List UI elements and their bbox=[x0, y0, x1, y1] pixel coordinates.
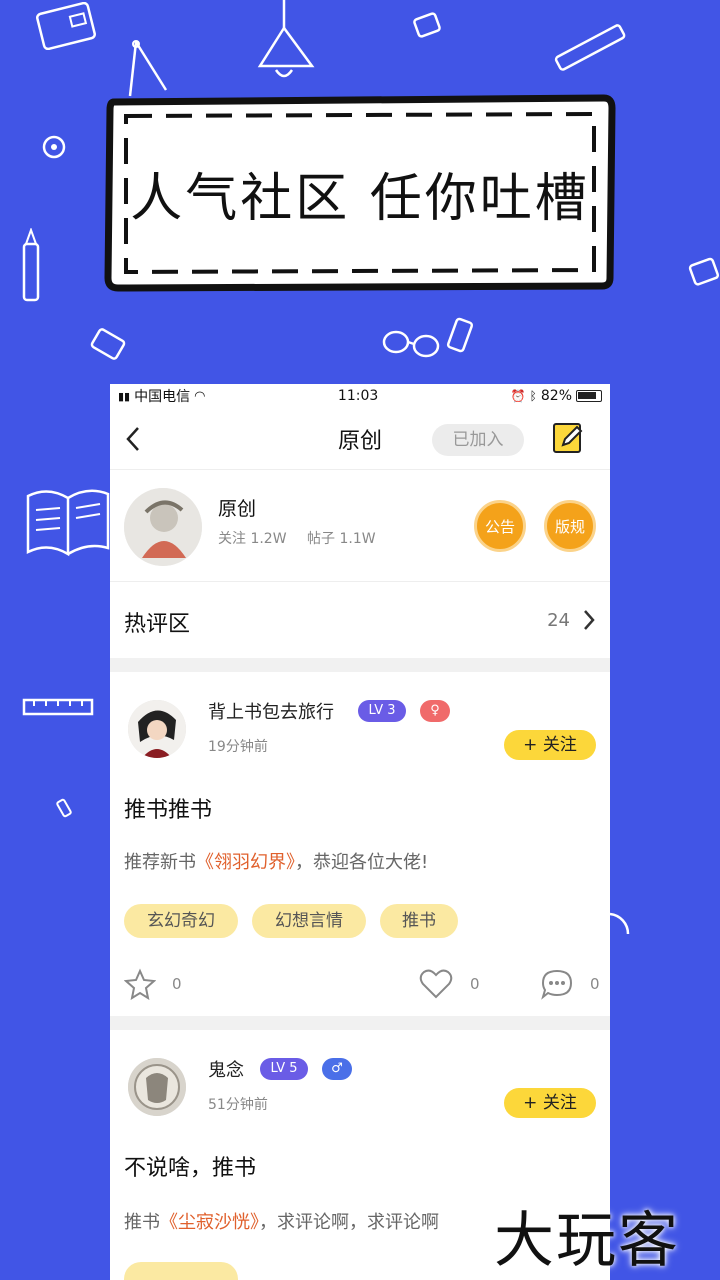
post-body-suffix: ，恭迎各位大佬! bbox=[295, 852, 429, 873]
comment-count: 0 bbox=[590, 975, 600, 993]
post-body-prefix: 推荐新书 bbox=[124, 852, 196, 873]
avatar[interactable] bbox=[128, 700, 186, 758]
battery-doodle-icon bbox=[446, 314, 476, 358]
post-title[interactable]: 不说啥，推书 bbox=[124, 1150, 256, 1182]
level-badge: LV 5 bbox=[260, 1058, 308, 1080]
signal-icon: ▮▮ bbox=[118, 389, 131, 403]
comment-icon bbox=[541, 969, 573, 1000]
tag-chip[interactable] bbox=[124, 1262, 238, 1280]
community-stats: 关注 1.2W 帖子 1.1W bbox=[218, 528, 392, 548]
compass-doodle-icon bbox=[126, 40, 172, 100]
clip-doodle-icon bbox=[410, 8, 446, 44]
follow-stat: 关注 1.2W bbox=[218, 531, 287, 547]
community-avatar bbox=[124, 488, 202, 566]
edit-note-icon[interactable] bbox=[551, 421, 585, 455]
community-header: 原创 关注 1.2W 帖子 1.1W 公告 版规 bbox=[110, 470, 610, 582]
community-name: 原创 bbox=[218, 498, 257, 520]
wifi-icon: ◠ bbox=[194, 388, 206, 404]
alarm-icon: ⏰ bbox=[510, 389, 526, 403]
book-link[interactable]: 《尘寂沙恍》 bbox=[160, 1212, 259, 1233]
tag-chip[interactable]: 玄幻奇幻 bbox=[124, 904, 238, 938]
battery-icon bbox=[576, 390, 602, 402]
post-card[interactable]: 背上书包去旅行 LV 3 ♀ 19分钟前 + 关注 推书推书 推荐新书《翎羽幻界… bbox=[110, 672, 610, 1016]
lamp-doodle-icon bbox=[240, 0, 330, 90]
follow-button[interactable]: + 关注 bbox=[504, 730, 596, 760]
status-bar: ▮▮ 中国电信 ◠ 11:03 ⏰ ᛒ 82% bbox=[110, 384, 610, 408]
post-body-prefix: 推书 bbox=[124, 1212, 160, 1233]
star-icon bbox=[124, 968, 156, 1000]
like-count: 0 bbox=[470, 975, 480, 993]
eraser-doodle-icon bbox=[88, 326, 130, 366]
male-badge-icon: ♂ bbox=[322, 1058, 352, 1080]
tape-doodle-icon bbox=[38, 132, 74, 162]
watermark-logo: 大玩客 bbox=[494, 1206, 680, 1276]
post-body-suffix: ，求评论啊，求评论啊 bbox=[259, 1212, 439, 1233]
post-time: 51分钟前 bbox=[208, 1097, 268, 1113]
notice-button[interactable]: 公告 bbox=[474, 500, 526, 552]
post-body[interactable]: 推书《尘寂沙恍》，求评论啊，求评论啊 bbox=[124, 1208, 439, 1234]
banner-title: 人气社区 任你吐槽 bbox=[130, 169, 590, 229]
heart-icon bbox=[419, 969, 453, 999]
favorite-action[interactable]: 0 bbox=[124, 968, 182, 1000]
phone-screen: ▮▮ 中国电信 ◠ 11:03 ⏰ ᛒ 82% 原创 已加入 原创 关注 1.2… bbox=[110, 384, 610, 1280]
like-action[interactable]: 0 bbox=[418, 968, 480, 1000]
nav-bar: 原创 已加入 bbox=[110, 408, 610, 470]
rules-button[interactable]: 版规 bbox=[544, 500, 596, 552]
hot-section-title: 热评区 bbox=[124, 612, 191, 637]
female-badge-icon: ♀ bbox=[420, 700, 450, 722]
post-title[interactable]: 推书推书 bbox=[124, 792, 212, 824]
clip-right-doodle-icon bbox=[686, 254, 720, 294]
battery-percent: 82% bbox=[540, 388, 572, 404]
cutter-doodle-icon bbox=[548, 22, 634, 72]
favorite-count: 0 bbox=[172, 975, 182, 993]
tag-chip[interactable]: 推书 bbox=[380, 904, 458, 938]
section-divider bbox=[110, 658, 610, 672]
post-username[interactable]: 背上书包去旅行 bbox=[208, 698, 334, 724]
chevron-right-icon bbox=[584, 610, 595, 630]
joined-button[interactable]: 已加入 bbox=[432, 424, 524, 456]
ruler-doodle-icon bbox=[22, 696, 94, 720]
book-link[interactable]: 《翎羽幻界》 bbox=[196, 852, 295, 873]
book-doodle-icon bbox=[24, 484, 114, 560]
follow-button[interactable]: + 关注 bbox=[504, 1088, 596, 1118]
post-username[interactable]: 鬼念 bbox=[208, 1056, 244, 1082]
level-badge: LV 3 bbox=[358, 700, 406, 722]
hot-comments-row[interactable]: 热评区 24 bbox=[110, 582, 610, 658]
page-title: 原创 bbox=[337, 428, 382, 454]
tag-chip[interactable]: 幻想言情 bbox=[252, 904, 366, 938]
status-time: 11:03 bbox=[337, 388, 379, 404]
pen-small-doodle-icon bbox=[54, 796, 78, 820]
post-body[interactable]: 推荐新书《翎羽幻界》，恭迎各位大佬! bbox=[124, 848, 428, 874]
post-time: 19分钟前 bbox=[208, 739, 268, 755]
avatar[interactable] bbox=[128, 1058, 186, 1116]
post-stat: 帖子 1.1W bbox=[307, 531, 376, 547]
section-divider bbox=[110, 1016, 610, 1030]
wallet-doodle-icon bbox=[36, 2, 100, 50]
bluetooth-icon: ᛒ bbox=[529, 389, 537, 403]
comment-action[interactable]: 0 bbox=[540, 968, 600, 1000]
knife-doodle-icon bbox=[18, 228, 44, 304]
protractor-doodle-icon bbox=[608, 910, 632, 938]
promo-banner: 人气社区 任你吐槽 bbox=[104, 94, 616, 292]
glasses-doodle-icon bbox=[380, 324, 444, 360]
carrier-name: 中国电信 bbox=[134, 389, 191, 405]
hot-section-count: 24 bbox=[547, 610, 570, 631]
